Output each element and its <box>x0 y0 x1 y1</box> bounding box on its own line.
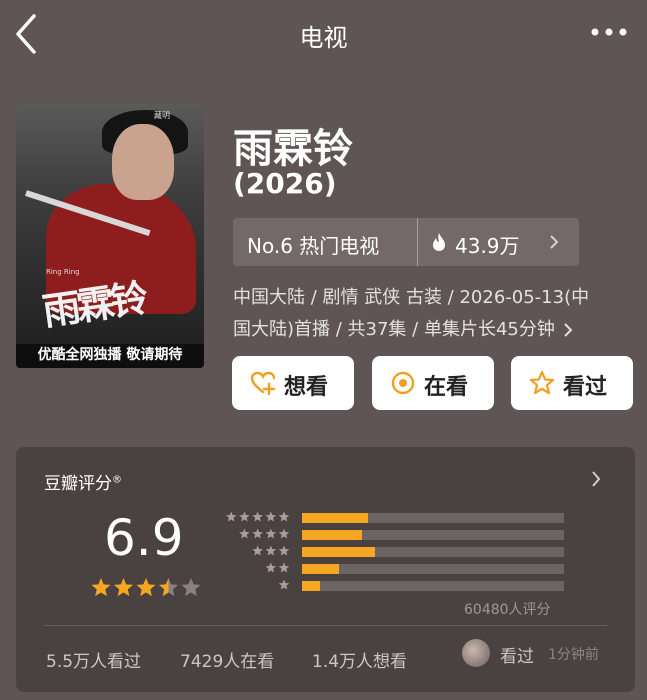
want-label: 想看 <box>284 375 329 400</box>
poster-face <box>112 124 174 200</box>
rank-pill[interactable]: No.6 热门电视 43.9万 <box>233 218 579 266</box>
distribution-star <box>278 528 290 539</box>
watching-button[interactable]: 在看 <box>372 356 494 410</box>
stat-watched: 5.5万人看过 <box>46 652 142 672</box>
rating-stars <box>91 578 201 597</box>
rating-star-3 <box>136 578 156 597</box>
distribution-star <box>278 579 290 590</box>
meta-line-2: 国大陆)首播 / 共37集 / 单集片长45分钟 <box>233 319 555 340</box>
rating-score: 6.9 <box>104 509 184 567</box>
distribution-star <box>252 511 263 522</box>
avatar[interactable] <box>462 639 490 667</box>
distribution-track <box>302 513 564 523</box>
distribution-stars-5 <box>225 511 290 522</box>
rating-star-1 <box>91 578 111 597</box>
watched-label: 看过 <box>563 375 608 400</box>
watching-label: 在看 <box>424 375 469 400</box>
poster-watermark: 藏明 <box>154 111 170 120</box>
distribution-track <box>302 564 564 574</box>
distribution-bar <box>302 513 368 523</box>
distribution-row-5-star <box>222 511 564 523</box>
distribution-star <box>265 562 277 573</box>
target-icon <box>391 371 415 395</box>
friend-time: 1分钟前 <box>548 647 599 663</box>
distribution-track <box>302 581 564 591</box>
distribution-star <box>265 528 277 539</box>
rating-star-4 <box>158 578 179 597</box>
distribution-stars-2 <box>265 562 290 573</box>
distribution-track <box>302 530 564 540</box>
distribution-row-4-star <box>222 528 564 540</box>
stat-watching: 7429人在看 <box>180 652 275 672</box>
distribution-row-3-star <box>222 545 564 557</box>
rank-label: No.6 热门电视 <box>247 234 380 258</box>
distribution-star <box>278 545 290 556</box>
rating-card[interactable]: 豆瓣评分® 6.9 60480人评分 5.5万人看过 7429人在看 1.4万人… <box>16 447 635 692</box>
distribution-bar <box>302 581 321 591</box>
distribution-star <box>265 545 277 556</box>
rating-title-text: 豆瓣评分 <box>44 474 112 494</box>
card-divider <box>44 625 607 626</box>
heat-value: 43.9万 <box>455 234 520 258</box>
more-dots-icon[interactable] <box>589 22 629 42</box>
distribution-track <box>302 547 564 557</box>
chevron-right-icon <box>592 471 601 487</box>
meta-line-1: 中国大陆 / 剧情 武侠 古装 / 2026-05-13(中 <box>233 287 590 308</box>
rating-count: 60480人评分 <box>464 602 551 618</box>
distribution-stars-4 <box>239 528 290 539</box>
rating-star-5 <box>181 578 201 597</box>
rank-divider <box>417 218 418 266</box>
poster-small-text: Ring Ring <box>46 268 80 276</box>
show-year: (2026) <box>233 167 337 200</box>
distribution-star <box>252 545 263 556</box>
distribution-star <box>239 511 250 522</box>
chevron-right-icon <box>550 235 559 249</box>
distribution-star <box>225 511 237 522</box>
distribution-bar <box>302 564 339 574</box>
rating-title-mark: ® <box>112 474 122 486</box>
rating-star-2 <box>113 578 134 597</box>
poster-tagline: 优酷全网独播 敬请期待 <box>37 347 183 363</box>
rating-title: 豆瓣评分® <box>44 469 122 494</box>
distribution-star <box>278 511 290 522</box>
distribution-star <box>265 511 277 522</box>
nav-title: 电视 <box>299 24 348 52</box>
distribution-row-2-star <box>222 562 564 574</box>
distribution-star <box>252 528 263 539</box>
chevron-right-icon <box>564 323 573 337</box>
poster-image[interactable]: 藏明 Ring Ring 雨霖铃 优酷全网独播 敬请期待 <box>16 104 204 368</box>
distribution-row-1-star <box>222 579 564 591</box>
show-meta[interactable]: 中国大陆 / 剧情 武侠 古装 / 2026-05-13(中 国大陆)首播 / … <box>233 282 637 346</box>
distribution-star <box>239 528 250 539</box>
meta-line-2-wrap: 国大陆)首播 / 共37集 / 单集片长45分钟 <box>233 314 637 346</box>
nav-bar: 电视 <box>0 0 647 68</box>
show-title: 雨霖铃 <box>233 126 353 172</box>
stat-want: 1.4万人想看 <box>312 652 408 672</box>
distribution-bar <box>302 530 363 540</box>
distribution-bar <box>302 547 376 557</box>
star-icon <box>529 370 555 395</box>
friend-action: 看过 <box>500 647 534 667</box>
flame-icon <box>433 233 445 251</box>
want-button[interactable]: 想看 <box>232 356 354 410</box>
distribution-stars-1 <box>278 579 290 590</box>
watched-button[interactable]: 看过 <box>511 356 633 410</box>
heart-plus-icon <box>250 371 276 396</box>
distribution-star <box>278 562 290 573</box>
distribution-stars-3 <box>252 545 290 556</box>
